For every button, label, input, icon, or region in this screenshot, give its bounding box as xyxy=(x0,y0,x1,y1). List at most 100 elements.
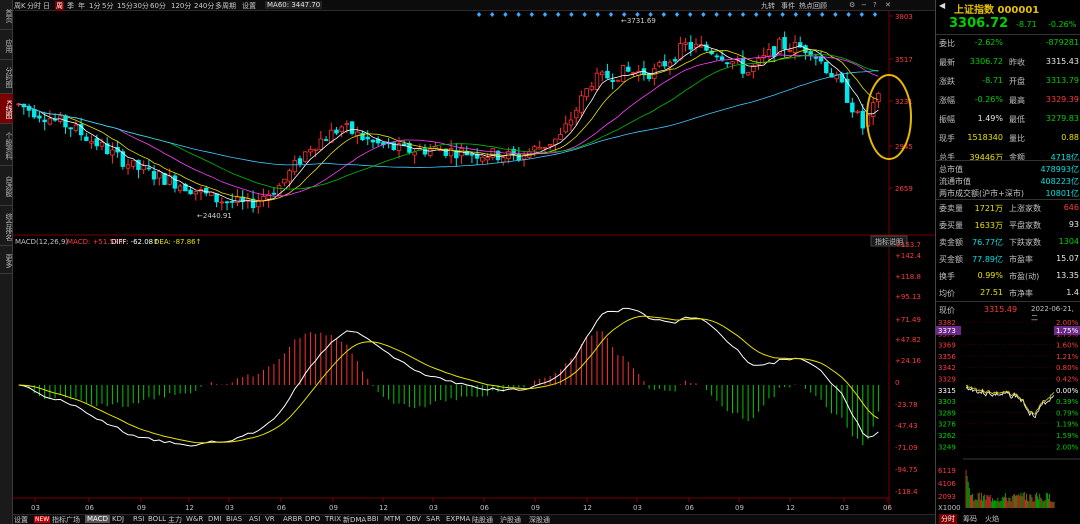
indicator-tab-1[interactable]: MACD xyxy=(85,515,110,523)
indicator-tab-7[interactable]: DMI xyxy=(208,515,222,523)
quote-row-value2: 3315.43 xyxy=(1045,57,1079,66)
toolbar-right-2[interactable]: 热点回顾 xyxy=(799,1,827,11)
kline-macd-svg[interactable]: 38033517323129452659←3731.69←2440.91MACD… xyxy=(13,11,935,514)
period-tab-13[interactable]: 多周期 xyxy=(215,1,236,11)
indicator-tab-13[interactable]: TRIX xyxy=(325,515,341,523)
event-marker[interactable] xyxy=(780,12,785,17)
event-marker[interactable] xyxy=(833,12,838,17)
sidebar-item-1[interactable]: 应用 xyxy=(0,30,13,60)
indicator-tab-20[interactable]: 陆股通 xyxy=(472,515,493,524)
indicator-tab-16[interactable]: MTM xyxy=(384,515,400,523)
indicator-tab-6[interactable]: W&R xyxy=(186,515,203,523)
candle-body xyxy=(37,115,42,119)
gear-icon[interactable]: ⚙ xyxy=(849,1,855,9)
sidebar-item-6[interactable]: 综合排名 xyxy=(0,206,13,246)
candle-body xyxy=(626,66,631,72)
indicator-tab-4[interactable]: BOLL xyxy=(148,515,166,523)
sidebar-item-2[interactable]: 分时图 xyxy=(0,60,13,94)
mini-chart-tab-1[interactable]: 筹码 xyxy=(963,514,977,524)
event-marker[interactable] xyxy=(661,12,666,17)
min-icon[interactable]: − xyxy=(861,1,867,9)
indicator-tab-3[interactable]: RSI xyxy=(133,515,144,523)
indicator-tab-15[interactable]: BBI xyxy=(367,515,379,523)
macd-y-tick: -47.43 xyxy=(895,422,918,430)
event-marker[interactable] xyxy=(503,12,508,17)
sidebar-item-3[interactable]: K线图 xyxy=(0,94,13,124)
event-marker[interactable] xyxy=(859,12,864,17)
event-marker[interactable] xyxy=(476,12,482,17)
period-tab-5[interactable]: 年 xyxy=(78,1,85,11)
event-marker[interactable] xyxy=(542,12,548,17)
candle-body xyxy=(766,49,772,57)
intraday-mini-chart[interactable]: 3382 2.00% 3373 1.75% 3369 1.60% 3356 1.21% 3342… xyxy=(936,316,1080,512)
indicator-tab-21[interactable]: 沪股通 xyxy=(500,515,521,524)
period-tab-9[interactable]: 30分 xyxy=(133,1,149,11)
indicator-tab-10[interactable]: VR xyxy=(265,515,275,523)
mini-chart-tab-2[interactable]: 火焰 xyxy=(985,514,999,524)
indicator-tab-18[interactable]: SAR xyxy=(426,515,440,523)
period-tab-10[interactable]: 60分 xyxy=(150,1,166,11)
event-marker[interactable] xyxy=(806,12,812,17)
stat-row-label2: 市净率 xyxy=(1009,289,1033,298)
indicator-tab-5[interactable]: 主力 xyxy=(168,515,182,524)
period-tab-8[interactable]: 15分 xyxy=(117,1,133,11)
event-marker[interactable] xyxy=(674,12,680,17)
x-tick-label: 06 xyxy=(480,504,489,512)
indicator-tab-14[interactable]: 新DMA xyxy=(343,515,366,524)
period-tab-4[interactable]: 季 xyxy=(67,1,74,11)
toolbar-right-1[interactable]: 事件 xyxy=(781,1,795,11)
toolbar-right-0[interactable]: 九转 xyxy=(761,1,775,11)
event-marker[interactable] xyxy=(872,12,878,17)
mini-pct-tick: 2.00% xyxy=(1056,443,1079,451)
event-marker[interactable] xyxy=(556,12,561,17)
event-marker[interactable] xyxy=(846,12,851,17)
event-marker[interactable] xyxy=(569,12,574,17)
event-marker[interactable] xyxy=(754,12,759,17)
settings-tab[interactable]: 设置 xyxy=(14,515,28,524)
event-marker[interactable] xyxy=(490,12,495,17)
candle-body xyxy=(605,70,610,79)
indicator-tab-9[interactable]: ASI xyxy=(249,515,260,523)
sidebar-item-4[interactable]: 个股资料 xyxy=(0,124,13,166)
period-tab-3[interactable]: 周 xyxy=(55,1,64,11)
indicator-tab-2[interactable]: KDJ xyxy=(112,515,124,523)
sidebar-item-0[interactable]: 首页 xyxy=(0,0,13,30)
indicator-tab-17[interactable]: OBV xyxy=(406,515,421,523)
indicator-tab-22[interactable]: 深股通 xyxy=(529,515,550,524)
period-tab-6[interactable]: 1分 xyxy=(89,1,100,11)
candle-body xyxy=(193,191,198,195)
back-icon[interactable]: ◀ xyxy=(939,1,945,10)
event-marker[interactable] xyxy=(793,12,798,17)
indicator-tab-12[interactable]: DPO xyxy=(305,515,320,523)
indicator-tab-0[interactable]: 指标广场 xyxy=(52,515,80,524)
close-icon[interactable]: ✕ xyxy=(885,1,891,9)
period-tab-14[interactable]: 设置 xyxy=(242,1,256,11)
mini-chart-tab-0[interactable]: 分时 xyxy=(939,514,957,524)
event-marker[interactable] xyxy=(688,12,693,17)
period-tab-1[interactable]: 分时 xyxy=(27,1,41,11)
event-marker[interactable] xyxy=(701,12,706,17)
period-tab-7[interactable]: 5分 xyxy=(102,1,113,11)
macd-y-tick: +47.82 xyxy=(895,336,921,344)
event-marker[interactable] xyxy=(714,12,719,17)
sidebar-item-7[interactable]: 更多 xyxy=(0,246,13,274)
sidebar-item-5[interactable]: 自选股 xyxy=(0,166,13,206)
indicator-tab-11[interactable]: ARBR xyxy=(283,515,302,523)
period-tab-12[interactable]: 240分 xyxy=(194,1,214,11)
event-marker[interactable] xyxy=(767,12,772,17)
event-marker[interactable] xyxy=(595,12,600,17)
chart-area[interactable]: 3803 3517 3231 2945 2659 ←3731.69 ←2440.91 MACD… xyxy=(13,11,935,524)
indicator-tab-8[interactable]: BIAS xyxy=(226,515,242,523)
period-tab-0[interactable]: 周K xyxy=(14,1,26,11)
event-marker[interactable] xyxy=(516,12,521,17)
event-marker[interactable] xyxy=(820,12,825,17)
event-marker[interactable] xyxy=(727,12,732,17)
event-marker[interactable] xyxy=(740,12,746,17)
event-marker[interactable] xyxy=(608,12,614,17)
period-tab-2[interactable]: 日 xyxy=(43,1,50,11)
period-tab-11[interactable]: 120分 xyxy=(171,1,191,11)
help-icon[interactable]: ? xyxy=(873,1,877,9)
event-marker[interactable] xyxy=(529,12,534,17)
event-marker[interactable] xyxy=(582,12,587,17)
indicator-tab-19[interactable]: EXPMA xyxy=(446,515,470,523)
